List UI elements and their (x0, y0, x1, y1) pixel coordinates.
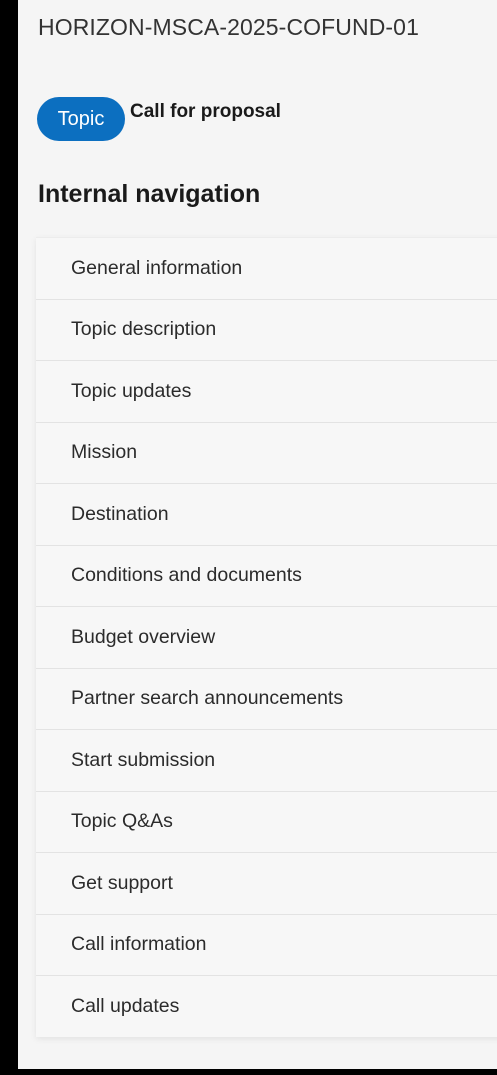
internal-navigation-list: General information Topic description To… (36, 237, 497, 1037)
nav-item-conditions-and-documents[interactable]: Conditions and documents (36, 544, 497, 607)
nav-item-label: Partner search announcements (71, 687, 344, 710)
internal-navigation-heading: Internal navigation (38, 180, 261, 208)
nav-item-topic-description[interactable]: Topic description (36, 298, 497, 361)
nav-item-partner-search-announcements[interactable]: Partner search announcements (36, 667, 497, 730)
nav-item-label: Topic Q&As (71, 810, 173, 833)
nav-item-call-information[interactable]: Call information (36, 913, 497, 976)
call-type-label: Call for proposal (130, 101, 281, 122)
nav-item-label: General information (71, 256, 243, 279)
nav-item-label: Topic updates (71, 379, 192, 402)
nav-item-label: Mission (71, 441, 138, 464)
nav-item-topic-qas[interactable]: Topic Q&As (36, 790, 497, 853)
call-identifier-title: HORIZON-MSCA-2025-COFUND-01 (38, 14, 419, 40)
nav-item-label: Call updates (71, 994, 180, 1017)
bottom-frame-border (0, 1069, 497, 1075)
nav-item-label: Destination (71, 502, 169, 525)
topic-badge: Topic (37, 97, 125, 141)
topic-type-row: Topic Call for proposal (37, 97, 281, 141)
nav-item-label: Conditions and documents (71, 564, 302, 587)
nav-item-destination[interactable]: Destination (36, 483, 497, 545)
nav-item-label: Call information (71, 933, 207, 956)
nav-item-get-support[interactable]: Get support (36, 852, 497, 914)
nav-item-label: Topic description (71, 318, 217, 341)
nav-item-label: Get support (71, 871, 173, 894)
nav-item-mission[interactable]: Mission (36, 421, 497, 484)
nav-item-general-information[interactable]: General information (36, 237, 497, 299)
nav-item-budget-overview[interactable]: Budget overview (36, 606, 497, 668)
nav-item-label: Start submission (71, 748, 216, 771)
nav-item-call-updates[interactable]: Call updates (36, 975, 497, 1037)
nav-item-start-submission[interactable]: Start submission (36, 729, 497, 791)
nav-item-topic-updates[interactable]: Topic updates (36, 360, 497, 422)
topic-page: HORIZON-MSCA-2025-COFUND-01 Topic Call f… (18, 0, 497, 1069)
nav-item-label: Budget overview (71, 625, 216, 648)
